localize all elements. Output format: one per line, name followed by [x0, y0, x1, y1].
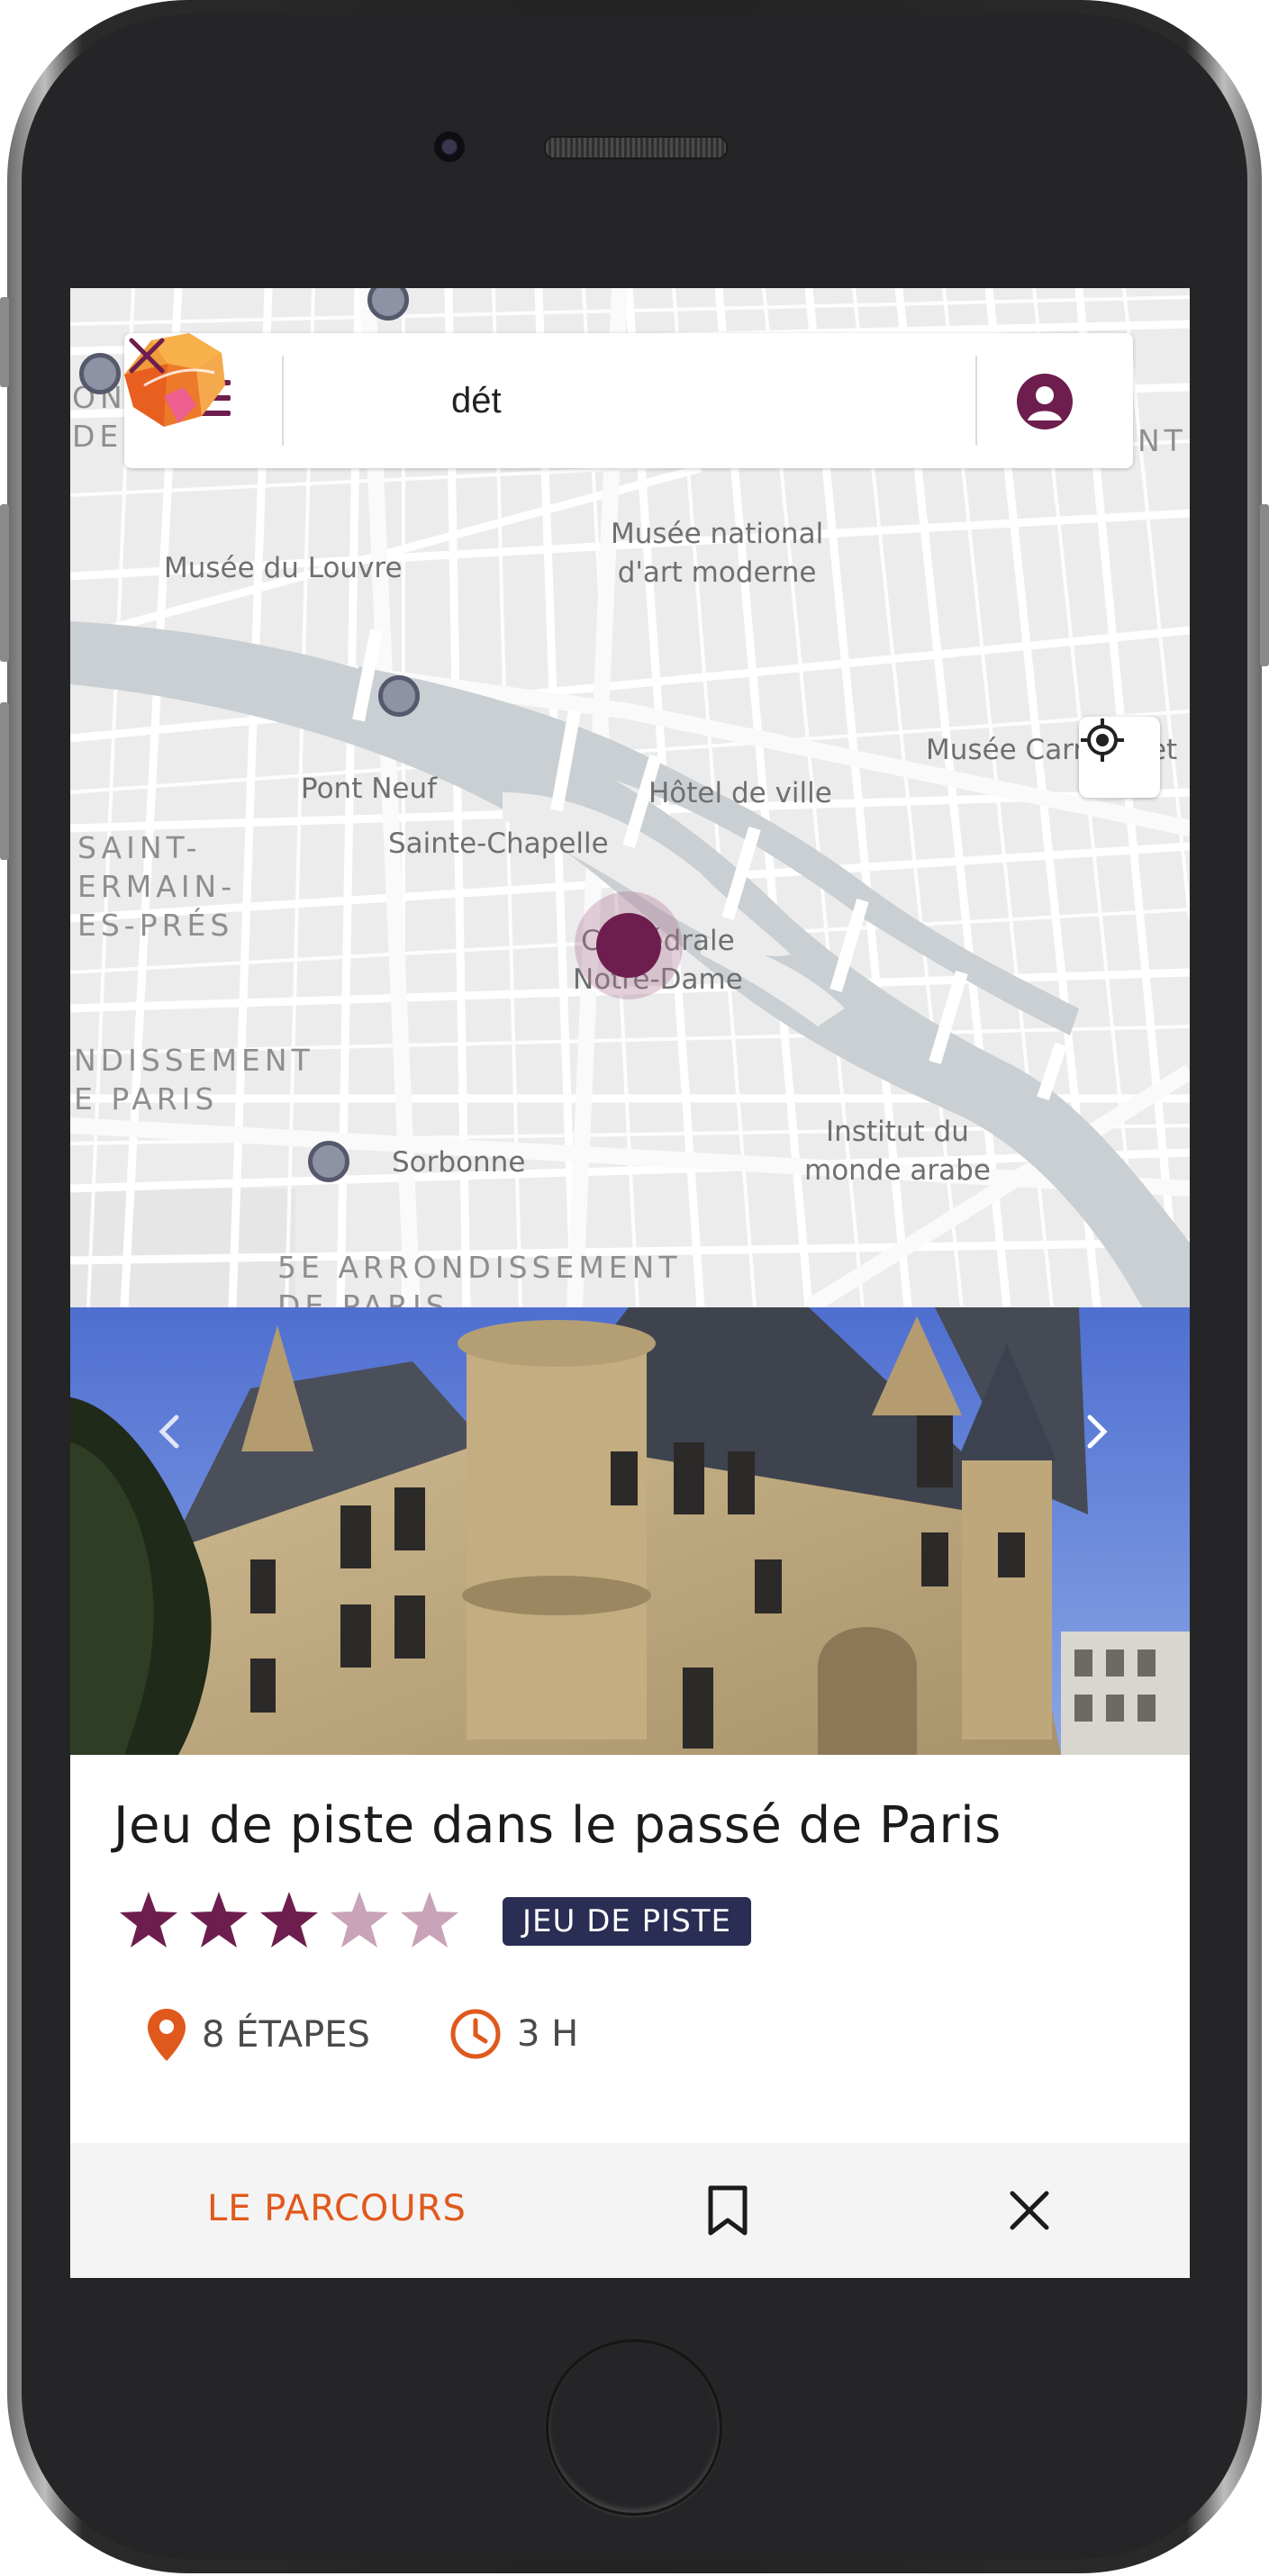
duration-info: 3 H	[449, 2007, 578, 2061]
close-icon[interactable]	[124, 333, 169, 378]
app-screen: Musée du Louvre Musée national d'art mod…	[70, 288, 1190, 2278]
map-marker[interactable]	[378, 675, 420, 717]
chevron-right-icon[interactable]	[1070, 1405, 1124, 1459]
bookmark-icon[interactable]	[705, 2184, 750, 2237]
map-view[interactable]: Musée du Louvre Musée national d'art mod…	[70, 288, 1190, 1307]
tour-info-panel: Jeu de piste dans le passé de Paris JEU …	[70, 1755, 1190, 2143]
steps-count: 8 ÉTAPES	[202, 2014, 370, 2056]
divider	[975, 356, 977, 446]
volume-down-button	[0, 702, 9, 860]
map-label-line: monde arabe	[804, 1154, 991, 1187]
tour-photo	[70, 1307, 1190, 1755]
locate-me-button[interactable]	[1079, 717, 1160, 798]
category-badge: JEU DE PISTE	[503, 1897, 752, 1946]
map-label-line: Institut du	[826, 1116, 969, 1148]
locate-icon	[1081, 719, 1124, 762]
duration-value: 3 H	[517, 2013, 579, 2055]
map-label-sorbonne: Sorbonne	[392, 1146, 526, 1179]
star-empty-icon	[401, 1892, 458, 1948]
map-marker[interactable]	[79, 353, 121, 394]
account-button[interactable]	[1017, 374, 1073, 429]
map-label-louvre: Musée du Louvre	[164, 552, 403, 584]
divider	[282, 356, 284, 446]
map-label-saint-germain: SAINT- ERMAIN- ES-PRÉS	[77, 828, 236, 945]
action-bar: LE PARCOURS	[70, 2143, 1190, 2278]
map-label-edge-right: NT	[1138, 423, 1187, 458]
map-label-line: NDISSEMENT	[74, 1043, 314, 1078]
power-button	[1260, 504, 1269, 666]
map-label-line: DE PARIS	[277, 1288, 449, 1307]
map-marker-active[interactable]	[596, 913, 661, 978]
star-empty-icon	[331, 1892, 388, 1948]
rating-stars	[117, 1890, 461, 1953]
tour-title: Jeu de piste dans le passé de Paris	[113, 1796, 1002, 1855]
map-label-hotel-de-ville: Hôtel de ville	[648, 777, 832, 809]
map-label-6e-arrondissement: NDISSEMENT E PARIS	[74, 1041, 314, 1118]
le-parcours-button[interactable]: LE PARCOURS	[207, 2188, 467, 2229]
map-label-sainte-chapelle: Sainte-Chapelle	[388, 827, 609, 860]
volume-up-button	[0, 504, 9, 662]
search-bar	[124, 333, 1133, 468]
star-filled-icon	[260, 1892, 318, 1948]
map-label-line: d'art moderne	[617, 556, 817, 589]
tour-photo-carousel[interactable]	[70, 1307, 1190, 1755]
mute-switch	[0, 297, 9, 387]
map-label-musee-moderne: Musée national d'art moderne	[611, 515, 823, 592]
map-label-5e-arrondissement: 5E ARRONDISSEMENT DE PARIS	[277, 1248, 681, 1307]
clock-icon	[450, 2009, 501, 2059]
map-label-line: SAINT-	[77, 830, 202, 865]
location-pin-icon	[148, 2009, 186, 2061]
map-label-pont-neuf: Pont Neuf	[301, 773, 438, 805]
map-label-line: 5E ARRONDISSEMENT	[277, 1250, 682, 1285]
map-label-institut: Institut du monde arabe	[804, 1113, 991, 1190]
map-label-line: DE	[72, 419, 123, 454]
chevron-left-icon[interactable]	[142, 1405, 196, 1459]
star-filled-icon	[120, 1892, 177, 1948]
map-marker[interactable]	[308, 1141, 349, 1182]
account-icon	[1028, 386, 1062, 420]
earpiece-speaker	[544, 136, 728, 159]
map-label-line: E PARIS	[74, 1081, 219, 1116]
map-label-line: ERMAIN-	[77, 869, 237, 904]
home-button[interactable]	[546, 2339, 722, 2516]
front-camera	[434, 131, 465, 162]
search-input[interactable]	[451, 369, 848, 432]
star-filled-icon	[190, 1892, 248, 1948]
steps-info: 8 ÉTAPES	[146, 2007, 370, 2063]
map-label-line: ES-PRÉS	[77, 908, 234, 943]
close-icon[interactable]	[1007, 2188, 1052, 2233]
map-label-line: Musée national	[611, 518, 824, 550]
